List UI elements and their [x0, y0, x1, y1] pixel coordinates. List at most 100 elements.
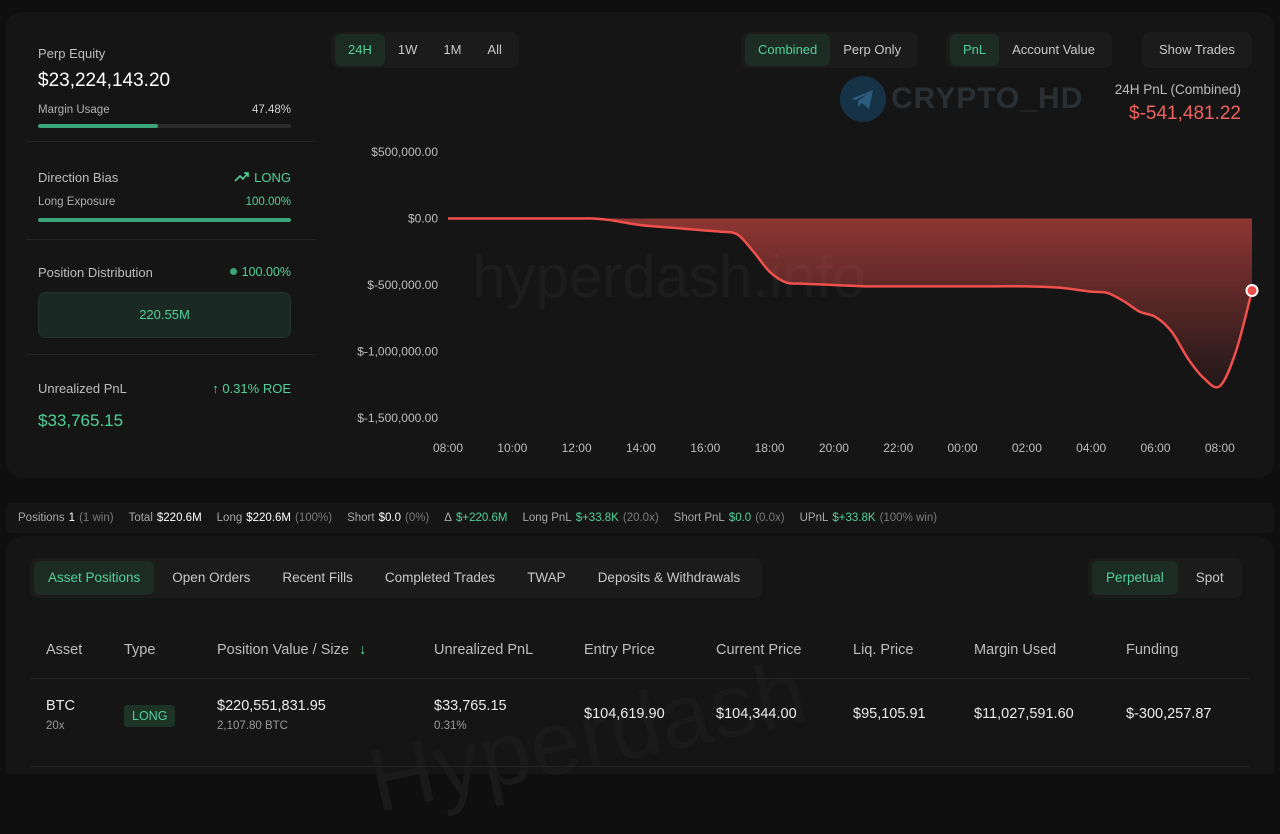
long-exposure-fill [38, 218, 291, 222]
header-position-value-label: Position Value / Size [217, 642, 349, 658]
position-size: 2,107.80 BTC [217, 720, 288, 732]
header-type[interactable]: Type [124, 642, 155, 658]
long-exposure-label: Long Exposure [38, 196, 116, 208]
positions-note: (1 win) [79, 512, 114, 524]
direction-bias-block: Direction Bias LONG Long Exposure 100.00… [26, 142, 316, 240]
short-pnl-note: (0.0x) [755, 512, 785, 524]
x-tick-label: 04:00 [1076, 441, 1106, 455]
header-funding[interactable]: Funding [1126, 642, 1178, 658]
tab-completed-trades[interactable]: Completed Trades [371, 561, 509, 595]
x-tick-label: 20:00 [819, 441, 849, 455]
x-tick-label: 00:00 [948, 441, 978, 455]
margin-used: $11,027,591.60 [974, 706, 1074, 722]
tab-recent-fills[interactable]: Recent Fills [268, 561, 367, 595]
header-entry-price[interactable]: Entry Price [584, 642, 655, 658]
direction-bias-indicator: LONG [234, 170, 291, 185]
long-exposure-value: 100.00% [245, 196, 291, 208]
upnl-value: $+33.8K [832, 512, 876, 524]
positions-card: Hyperdash Asset Positions Open Orders Re… [6, 536, 1274, 832]
short-note: (0%) [404, 512, 430, 524]
row-unrealized-pnl: $33,765.15 [434, 698, 507, 714]
tab-perpetual[interactable]: Perpetual [1092, 561, 1178, 595]
table-watermark: Hyperdash [360, 641, 816, 833]
y-tick-label: $-500,000.00 [367, 278, 438, 292]
short-label: Short [347, 512, 375, 524]
long-pnl-note: (20.0x) [622, 512, 659, 524]
header-liq-price[interactable]: Liq. Price [853, 642, 913, 658]
x-tick-label: 08:00 [433, 441, 463, 455]
pnl-summary-label: 24H PnL (Combined) [1114, 82, 1241, 97]
unrealized-pnl-value: $33,765.15 [38, 411, 124, 430]
tab-perp-only[interactable]: Perp Only [830, 34, 914, 66]
short-pnl-label: Short PnL [673, 512, 725, 524]
header-current-price[interactable]: Current Price [716, 642, 801, 658]
stats-bar: Positions 1 (1 win) Total $220.6M Long $… [6, 503, 1274, 533]
long-pnl-label: Long PnL [522, 512, 572, 524]
row-divider [30, 766, 1250, 767]
tab-open-orders[interactable]: Open Orders [158, 561, 264, 595]
tab-twap[interactable]: TWAP [513, 561, 580, 595]
tab-asset-positions[interactable]: Asset Positions [34, 561, 155, 595]
tab-1w[interactable]: 1W [385, 34, 431, 66]
logo-text: CRYPTO_HD [891, 82, 1084, 115]
header-asset[interactable]: Asset [46, 642, 82, 658]
dot-icon [229, 268, 237, 275]
long-pnl-value: $+33.8K [575, 512, 619, 524]
delta-value: $+220.6M [455, 512, 508, 524]
upnl-note: (100% win) [879, 512, 938, 524]
asset-leverage: 20x [46, 720, 65, 732]
header-position-value[interactable]: Position Value / Size ↓ [217, 642, 366, 658]
tab-account-value[interactable]: Account Value [999, 34, 1108, 66]
position-distribution-block: Position Distribution 100.00% 220.55M [26, 240, 316, 355]
x-tick-label: 18:00 [755, 441, 785, 455]
sort-down-icon: ↓ [358, 642, 367, 658]
current-price: $104,344.00 [716, 706, 797, 722]
y-tick-label: $-1,500,000.00 [357, 411, 438, 425]
unrealized-pnl-block: Unrealized PnL ↑ 0.31% ROE $33,765.15 [26, 355, 316, 465]
margin-usage-label: Margin Usage [38, 104, 110, 116]
tab-spot[interactable]: Spot [1182, 561, 1238, 595]
market-tabs: Perpetual Spot [1088, 558, 1242, 598]
direction-bias-label: Direction Bias [38, 170, 119, 185]
delta-label: Δ [444, 512, 452, 524]
header-unrealized-pnl[interactable]: Unrealized PnL [434, 642, 533, 658]
header-margin-used[interactable]: Margin Used [974, 642, 1056, 658]
arrow-up-icon: ↑ [212, 381, 219, 396]
y-tick-label: $500,000.00 [371, 145, 438, 159]
tab-pnl[interactable]: PnL [950, 34, 1000, 66]
long-exposure-bar [38, 218, 291, 222]
positions-value: 1 [68, 512, 76, 524]
position-distribution-value: 100.00% [241, 265, 291, 279]
bottom-tabs: Asset Positions Open Orders Recent Fills… [30, 558, 763, 598]
tab-1m[interactable]: 1M [430, 34, 474, 66]
roe-value: 0.31% ROE [222, 381, 291, 396]
current-point-marker[interactable] [1245, 284, 1259, 298]
asset-name: BTC [46, 698, 75, 714]
summary-panel: Perp Equity $23,224,143.20 Margin Usage … [26, 12, 316, 478]
tab-deposits-withdrawals[interactable]: Deposits & Withdrawals [584, 561, 755, 595]
x-tick-label: 22:00 [883, 441, 913, 455]
pnl-chart[interactable]: hyperdash.info $500,000.00$0.00$-500,000… [334, 112, 1274, 462]
margin-usage-fill [38, 124, 159, 128]
liq-price: $95,105.91 [853, 706, 926, 722]
long-value: $220.6M [246, 512, 292, 524]
x-tick-label: 10:00 [497, 441, 527, 455]
overview-card: Perp Equity $23,224,143.20 Margin Usage … [6, 12, 1274, 478]
perp-equity-label: Perp Equity [38, 46, 106, 61]
row-unrealized-pct: 0.31% [434, 720, 467, 732]
position-distribution-percent: 100.00% [229, 265, 291, 279]
y-tick-label: $0.00 [408, 212, 438, 226]
y-tick-label: $-1,000,000.00 [357, 345, 438, 359]
entry-price: $104,619.90 [584, 706, 665, 722]
short-value: $0.0 [378, 512, 401, 524]
x-tick-label: 16:00 [690, 441, 720, 455]
tab-all[interactable]: All [474, 34, 514, 66]
roe-indicator: ↑ 0.31% ROE [212, 381, 291, 396]
positions-label: Positions [18, 512, 65, 524]
position-distribution-segment[interactable]: 220.55M [38, 292, 291, 338]
tab-combined[interactable]: Combined [745, 34, 831, 66]
margin-usage-bar [38, 124, 291, 128]
x-tick-label: 12:00 [562, 441, 592, 455]
show-trades-button[interactable]: Show Trades [1146, 34, 1248, 66]
tab-24h[interactable]: 24H [335, 34, 385, 66]
